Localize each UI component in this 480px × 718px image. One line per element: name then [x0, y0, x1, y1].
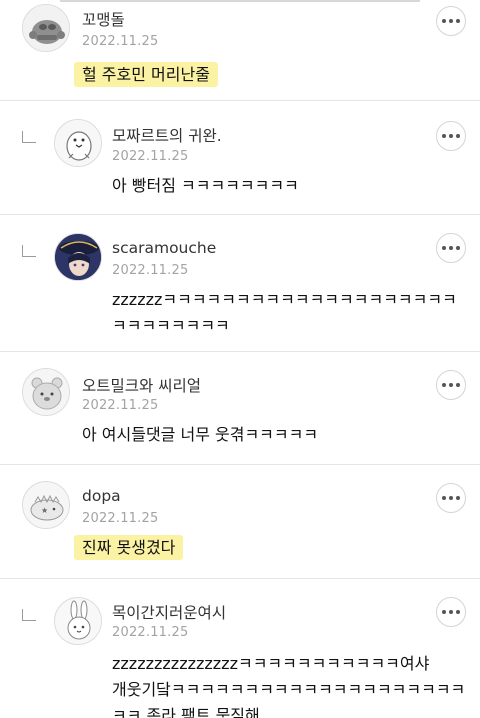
comment-date: 2022.11.25: [82, 511, 159, 526]
comment-item: 꼬맹돌 2022.11.25 헐 주호민 머리난줄: [0, 0, 480, 101]
more-options-button[interactable]: [436, 121, 466, 151]
dinosaur-avatar-icon[interactable]: ★: [22, 481, 70, 529]
comment-text: 헐 주호민 머리난줄: [74, 62, 462, 88]
comment-date: 2022.11.25: [112, 263, 189, 278]
highlighted-text: 헐 주호민 머리난줄: [74, 62, 218, 87]
comment-text: 아 여시들댓글 너무 웃겪ㅋㅋㅋㅋㅋ: [82, 425, 319, 444]
more-options-button[interactable]: [436, 6, 466, 36]
rock-golem-avatar-icon[interactable]: [22, 4, 70, 52]
reply-item: 모짜르트의 귀완. 2022.11.25 아 빵터짐 ㅋㅋㅋㅋㅋㅋㅋㅋ: [0, 101, 480, 215]
comment-nickname[interactable]: scaramouche: [112, 239, 216, 257]
more-options-button[interactable]: [436, 233, 466, 263]
reply-arrow-icon: [22, 245, 36, 257]
comment-text: 진짜 못생겼다: [74, 535, 462, 561]
comment-date: 2022.11.25: [82, 398, 159, 413]
comment-nickname[interactable]: 오트밀크와 씨리얼: [82, 374, 201, 396]
highlighted-text: 진짜 못생겼다: [74, 535, 184, 560]
more-options-button[interactable]: [436, 483, 466, 513]
comment-date: 2022.11.25: [82, 34, 159, 49]
reply-item: 목이간지러운여시 2022.11.25 zzzzzzzzzzzzzzzㅋㅋㅋㅋㅋ…: [0, 579, 480, 718]
comment-nickname[interactable]: 꼬맹돌: [82, 8, 125, 30]
reply-item: scaramouche 2022.11.25 zzzzzzㅋㅋㅋㅋㅋㅋㅋㅋㅋㅋㅋ…: [0, 215, 480, 352]
comment-text: zzzzzzzzzzzzzzzㅋㅋㅋㅋㅋㅋㅋㅋㅋㅋㅋ여샤 개웃기닼ㅋㅋㅋㅋㅋㅋㅋ…: [112, 654, 466, 718]
comment-date: 2022.11.25: [112, 625, 189, 640]
comment-nickname[interactable]: dopa: [82, 487, 121, 505]
comment-date: 2022.11.25: [112, 149, 189, 164]
reply-arrow-icon: [22, 131, 36, 143]
penguin-avatar-icon[interactable]: [54, 119, 102, 167]
comment-text: zzzzzzㅋㅋㅋㅋㅋㅋㅋㅋㅋㅋㅋㅋㅋㅋㅋㅋㅋㅋㅋㅋ ㅋㅋㅋㅋㅋㅋㅋㅋ: [112, 290, 457, 335]
comment-nickname[interactable]: 목이간지러운여시: [112, 601, 226, 623]
reply-arrow-icon: [22, 609, 36, 621]
comment-item: ★ dopa 2022.11.25 진짜 못생겼다: [0, 465, 480, 579]
comment-item: 오트밀크와 씨리얼 2022.11.25 아 여시들댓글 너무 웃겪ㅋㅋㅋㅋㅋ: [0, 352, 480, 465]
rabbit-avatar-icon[interactable]: [54, 597, 102, 645]
comment-nickname[interactable]: 모짜르트의 귀완.: [112, 124, 222, 146]
bear-avatar-icon[interactable]: [22, 368, 70, 416]
more-options-button[interactable]: [436, 597, 466, 627]
anime-character-avatar-icon[interactable]: [54, 233, 102, 281]
svg-text:★: ★: [41, 506, 48, 515]
more-options-button[interactable]: [436, 370, 466, 400]
comment-text: 아 빵터짐 ㅋㅋㅋㅋㅋㅋㅋㅋ: [112, 176, 299, 195]
